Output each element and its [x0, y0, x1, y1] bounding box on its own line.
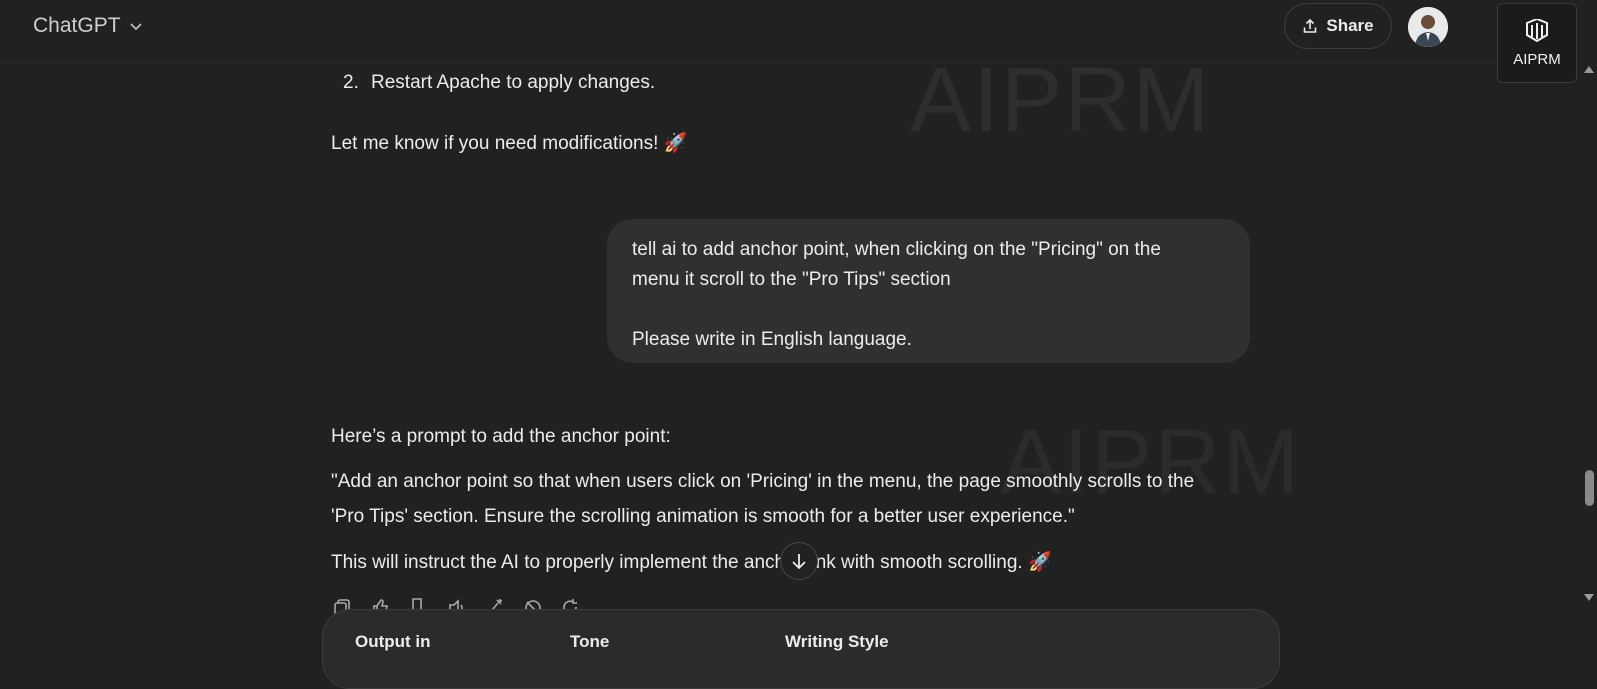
list-item: Restart Apache to apply changes.	[371, 72, 656, 93]
chat-thread: AIPRM AIPRM 2. Restart Apache to apply c…	[0, 0, 1580, 689]
scrollbar-thumb[interactable]	[1585, 470, 1594, 506]
user-message-line: Please write in English language.	[632, 329, 912, 350]
writing-style-label[interactable]: Writing Style	[785, 632, 889, 652]
user-message-line: menu it scroll to the "Pro Tips" section	[632, 269, 951, 290]
scroll-up-arrow[interactable]	[1584, 66, 1594, 73]
assistant-quote-line: "Add an anchor point so that when users …	[331, 471, 1195, 492]
aiprm-watermark: AIPRM	[910, 49, 1212, 151]
scrollbar[interactable]	[1580, 62, 1597, 645]
scroll-to-bottom-button[interactable]	[780, 542, 818, 580]
tone-label[interactable]: Tone	[570, 632, 609, 652]
list-number: 2.	[343, 72, 359, 93]
assistant-intro: Here’s a prompt to add the anchor point:	[331, 426, 671, 447]
arrow-down-icon	[792, 554, 806, 570]
aiprm-watermark-2: AIPRM	[1000, 411, 1302, 513]
user-message-bubble: tell ai to add anchor point, when clicki…	[607, 219, 1250, 363]
assistant-quote-line: 'Pro Tips' section. Ensure the scrolling…	[331, 506, 1075, 527]
user-message-line: tell ai to add anchor point, when clicki…	[632, 239, 1161, 260]
scroll-down-arrow[interactable]	[1584, 594, 1594, 601]
assistant-closing: This will instruct the AI to properly im…	[331, 552, 1052, 573]
previous-reply-closing: Let me know if you need modifications! 🚀	[331, 133, 688, 154]
composer[interactable]: Output in Tone Writing Style	[322, 609, 1280, 689]
output-language-label[interactable]: Output in	[355, 632, 431, 652]
